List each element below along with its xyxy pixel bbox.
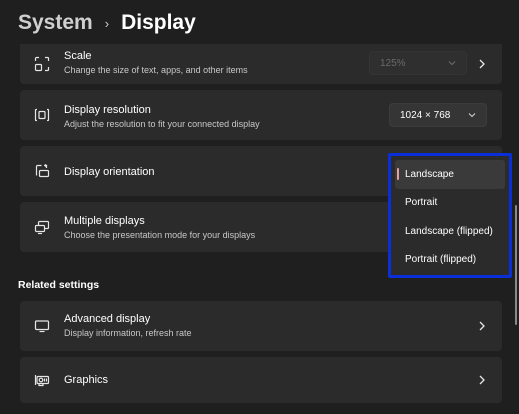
resolution-subtitle: Adjust the resolution to fit your connec… [64,119,260,129]
graphics-card-icon [34,375,50,387]
orientation-option-portrait-flipped[interactable]: Portrait (flipped) [395,246,505,275]
display-resolution-card: Display resolution Adjust the resolution… [20,90,502,140]
scale-dropdown[interactable]: 125% [369,51,467,75]
scale-value: 125% [380,57,406,69]
advanced-display-title: Advanced display [64,313,151,325]
resolution-title: Display resolution [64,104,151,116]
chevron-down-icon [448,61,456,66]
orientation-dropdown-menu: Landscape Portrait Landscape (flipped) P… [388,153,512,278]
resolution-value: 1024 × 768 [400,109,451,121]
scale-card: Scale Change the size of text, apps, and… [20,44,502,84]
scale-icon [34,56,50,72]
resolution-dropdown[interactable]: 1024 × 768 [389,103,487,127]
scale-title: Scale [64,50,92,62]
advanced-display-card[interactable]: Advanced display Display information, re… [20,301,502,351]
settings-window: System › Display Scale Change the size o… [0,0,519,414]
advanced-display-subtitle: Display information, refresh rate [64,328,192,338]
monitor-icon [34,320,50,333]
scrollbar[interactable] [515,205,517,325]
breadcrumb-separator-icon: › [104,15,110,31]
chevron-right-icon [479,321,485,331]
orientation-option-portrait[interactable]: Portrait [395,189,505,218]
breadcrumb: System › Display [18,8,196,38]
multiple-displays-icon [34,220,50,235]
page-title: Display [121,11,196,34]
related-settings-heading: Related settings [18,279,100,291]
breadcrumb-system[interactable]: System [18,11,93,35]
orientation-option-landscape-flipped[interactable]: Landscape (flipped) [395,217,505,246]
scale-subtitle: Change the size of text, apps, and other… [64,65,248,75]
chevron-down-icon [468,113,476,118]
orientation-title: Display orientation [64,166,155,178]
orientation-option-landscape[interactable]: Landscape [395,160,505,189]
graphics-title: Graphics [64,374,109,386]
multiple-displays-subtitle: Choose the presentation mode for your di… [64,230,256,240]
multiple-displays-title: Multiple displays [64,215,145,227]
orientation-icon [35,164,50,178]
chevron-right-icon [479,375,485,385]
resolution-icon [34,108,50,122]
graphics-card[interactable]: Graphics [20,357,502,403]
chevron-right-icon[interactable] [478,59,486,69]
